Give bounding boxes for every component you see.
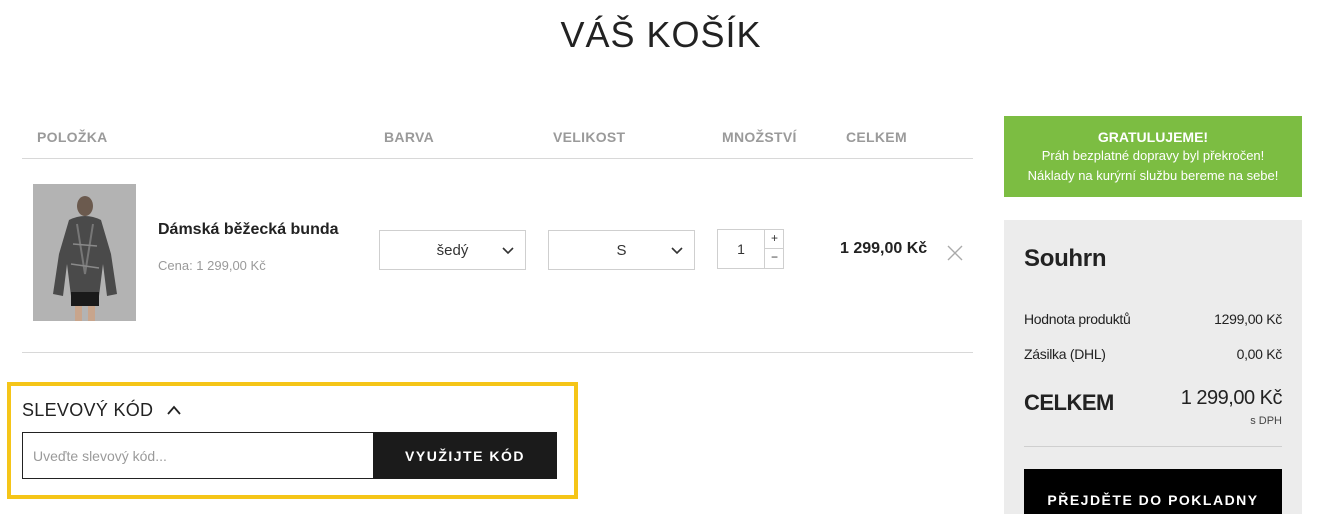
banner-line-2: Náklady na kurýrní službu bereme na sebe… [1027,168,1279,183]
quantity-stepper: 1 + − [717,229,784,269]
apply-code-button[interactable]: VYUŽIJTE KÓD [373,432,557,479]
checkout-button[interactable]: PŘEJDĚTE DO POKLADNY [1024,469,1282,514]
product-unit-price: Cena: 1 299,00 Kč [158,258,266,273]
banner-title: GRATULUJEME! [1097,129,1209,145]
chevron-up-icon[interactable] [166,403,182,417]
shipping-value: 0,00 Kč [1236,346,1283,362]
chevron-down-icon [502,247,514,255]
color-select-value: šedý [436,241,469,259]
close-icon[interactable] [946,244,964,262]
banner-line-1: Práh bezplatné dopravy byl překročen! [1041,148,1265,163]
quantity-decrease-button[interactable]: − [764,249,784,268]
shipping-label: Zásilka (DHL) [1024,346,1106,362]
page-title: VÁŠ KOŠÍK [560,14,762,55]
color-select[interactable]: šedý [379,230,526,270]
summary-divider [1024,446,1282,447]
total-label: CELKEM [1024,390,1114,415]
header-item: POLOŽKA [37,129,108,145]
vat-note: s DPH [1250,415,1282,427]
size-select-value: S [616,241,627,259]
order-summary: Souhrn Hodnota produktů 1299,00 Kč Zásil… [1004,220,1302,514]
products-value-label: Hodnota produktů [1024,311,1131,327]
product-image[interactable] [33,184,136,321]
products-value: 1299,00 Kč [1214,311,1282,327]
discount-title[interactable]: SLEVOVÝ KÓD [22,400,153,421]
chevron-down-icon [671,247,683,255]
jacket-photo-icon [33,184,136,321]
row-total: 1 299,00 Kč [840,240,928,257]
quantity-increase-button[interactable]: + [764,230,784,249]
product-name[interactable]: Dámská běžecká bunda [158,221,339,239]
quantity-input[interactable]: 1 [718,230,764,268]
row-divider [22,352,973,353]
header-quantity: MNOŽSTVÍ [722,129,797,145]
header-divider [22,158,973,159]
summary-title: Souhrn [1024,245,1107,272]
size-select[interactable]: S [548,230,695,270]
header-color: BARVA [384,129,434,145]
free-shipping-banner: GRATULUJEME! Práh bezplatné dopravy byl … [1004,116,1302,197]
header-total: CELKEM [846,129,907,145]
total-value: 1 299,00 Kč [1180,387,1283,409]
header-size: VELIKOST [553,129,626,145]
discount-code-input[interactable] [22,432,375,479]
